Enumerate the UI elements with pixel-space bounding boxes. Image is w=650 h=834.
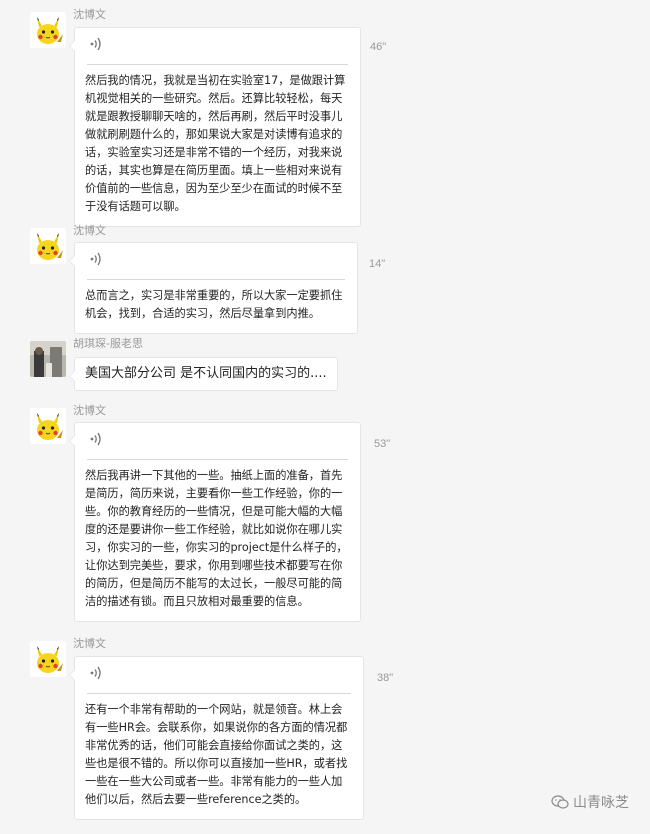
voice-transcript: 还有一个非常有帮助的一个网站，就是领音。林上会有一些HR会。会联系你，如果说你的… (85, 703, 348, 806)
avatar[interactable] (30, 228, 66, 264)
voice-wave-icon (89, 666, 101, 680)
watermark: 山青咏芝 (551, 792, 629, 812)
sender-name: 沈博文 (73, 224, 106, 237)
sender-name: 胡琪琛-服老思 (73, 337, 143, 350)
voice-play-row[interactable] (75, 423, 360, 453)
voice-transcript: 然后我再讲一下其他的一些。抽纸上面的准备，首先是简历，简历来说，主要看你一些工作… (85, 469, 348, 608)
watermark-text: 山青咏芝 (573, 795, 629, 811)
voice-duration: 14" (369, 258, 386, 270)
voice-transcript: 然后我的情况，我就是当初在实验室17，是做跟计算机视觉相关的一些研究。然后。还算… (85, 74, 346, 213)
voice-duration: 53" (374, 438, 391, 450)
message-text: 美国大部分公司 是不认同国内的实习的.... (85, 366, 327, 381)
pikachu-avatar-icon (30, 12, 66, 48)
voice-play-row[interactable] (75, 657, 363, 687)
voice-transcript: 总而言之，实习是非常重要的，所以大家一定要抓住机会，找到，合适的实习，然后尽量拿… (85, 289, 343, 320)
sender-name: 沈博文 (73, 8, 106, 21)
photo-avatar-icon (30, 341, 66, 377)
pikachu-avatar-icon (30, 228, 66, 264)
sender-name: 沈博文 (73, 404, 106, 417)
avatar[interactable] (30, 408, 66, 444)
sender-name: 沈博文 (73, 637, 106, 650)
avatar[interactable] (30, 12, 66, 48)
voice-play-row[interactable] (75, 28, 360, 58)
avatar[interactable] (30, 341, 66, 377)
pikachu-avatar-icon (30, 641, 66, 677)
pikachu-avatar-icon (30, 408, 66, 444)
text-message-bubble[interactable]: 美国大部分公司 是不认同国内的实习的.... (69, 357, 338, 391)
voice-message-bubble[interactable]: 还有一个非常有帮助的一个网站，就是领音。林上会有一些HR会。会联系你，如果说你的… (69, 656, 364, 820)
voice-duration: 38" (377, 672, 394, 684)
voice-play-row[interactable] (75, 243, 357, 273)
voice-wave-icon (89, 252, 101, 266)
voice-message-bubble[interactable]: 总而言之，实习是非常重要的，所以大家一定要抓住机会，找到，合适的实习，然后尽量拿… (69, 242, 358, 334)
wechat-icon (551, 795, 569, 809)
voice-message-bubble[interactable]: 然后我再讲一下其他的一些。抽纸上面的准备，首先是简历，简历来说，主要看你一些工作… (69, 422, 361, 622)
voice-wave-icon (89, 37, 101, 51)
avatar[interactable] (30, 641, 66, 677)
voice-wave-icon (89, 432, 101, 446)
voice-message-bubble[interactable]: 然后我的情况，我就是当初在实验室17，是做跟计算机视觉相关的一些研究。然后。还算… (69, 27, 361, 227)
voice-duration: 46" (370, 41, 387, 53)
